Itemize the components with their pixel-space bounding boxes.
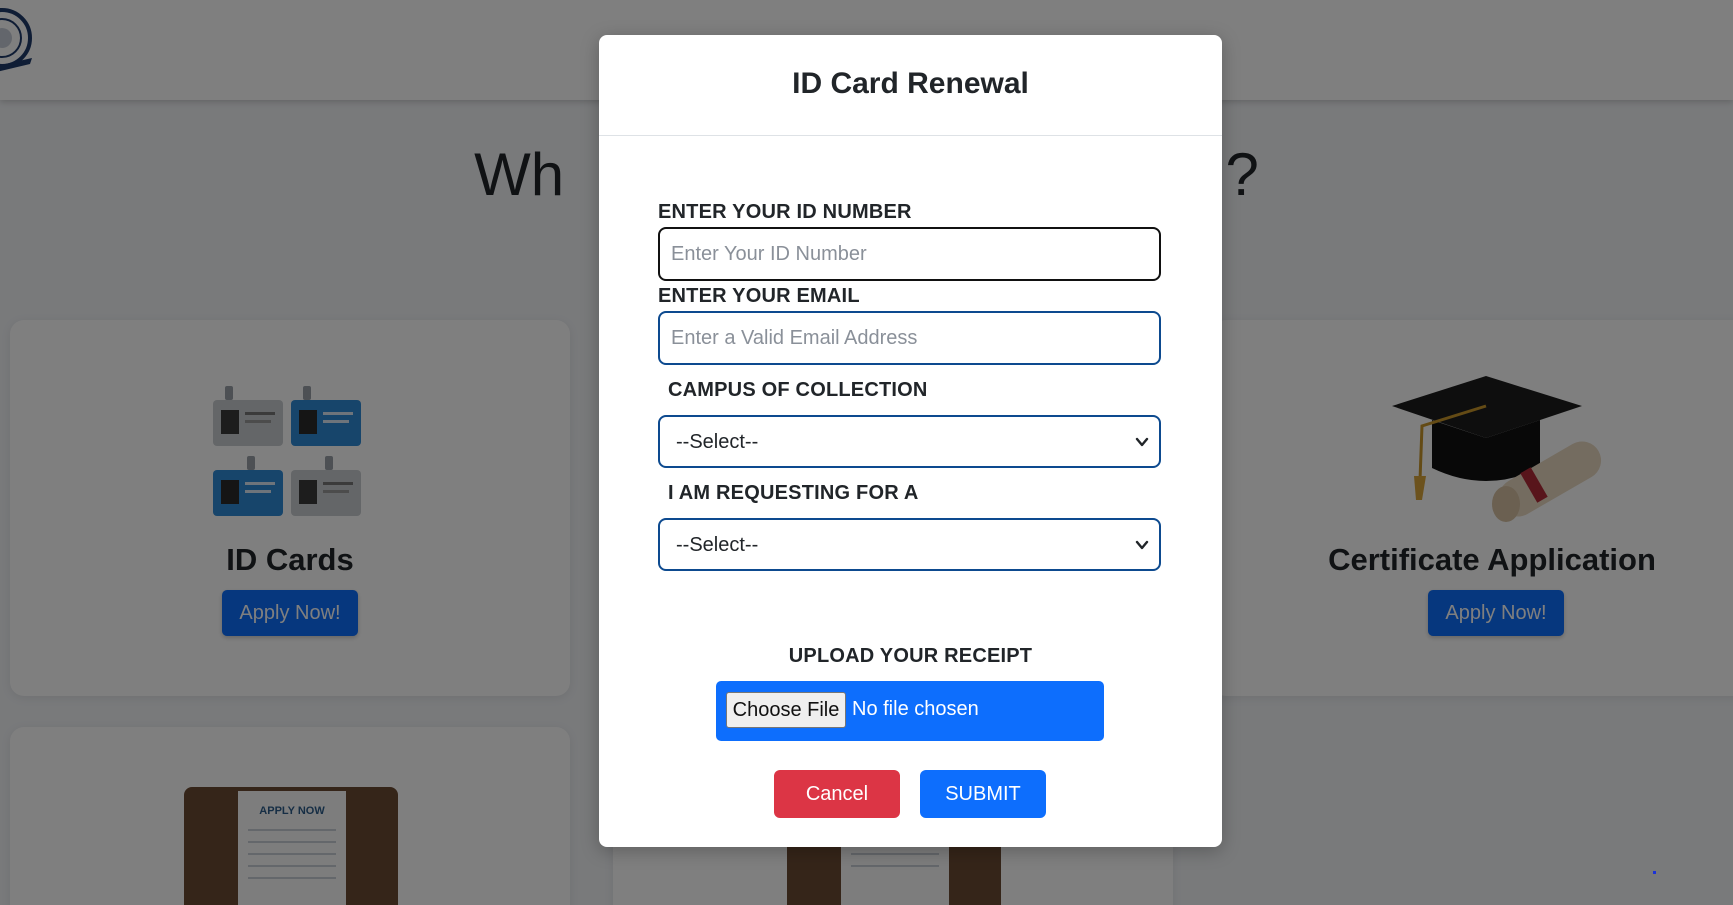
campus-label: CAMPUS OF COLLECTION — [668, 379, 928, 401]
email-input[interactable] — [658, 311, 1161, 365]
campus-select-value: --Select-- — [676, 431, 759, 453]
choose-file-button[interactable]: Choose File — [726, 692, 846, 728]
campus-select[interactable]: --Select-- — [658, 415, 1161, 468]
cancel-button[interactable]: Cancel — [774, 770, 900, 818]
request-type-select-value: --Select-- — [676, 534, 759, 556]
cursor-dot — [1653, 871, 1656, 874]
chevron-down-icon — [1135, 437, 1149, 447]
modal-header: ID Card Renewal — [599, 35, 1222, 136]
email-label: ENTER YOUR EMAIL — [658, 285, 860, 307]
upload-receipt-label: UPLOAD YOUR RECEIPT — [788, 645, 1033, 667]
chevron-down-icon — [1135, 540, 1149, 550]
id-number-label: ENTER YOUR ID NUMBER — [658, 201, 912, 223]
modal-title: ID Card Renewal — [792, 67, 1029, 100]
id-number-input[interactable] — [658, 227, 1161, 281]
request-type-select[interactable]: --Select-- — [658, 518, 1161, 571]
file-status-text: No file chosen — [852, 698, 979, 720]
id-card-renewal-modal: ID Card Renewal ENTER YOUR ID NUMBER ENT… — [599, 35, 1222, 847]
submit-button[interactable]: SUBMIT — [920, 770, 1046, 818]
receipt-file-input[interactable]: Choose File No file chosen — [716, 681, 1104, 741]
request-type-label: I AM REQUESTING FOR A — [668, 482, 919, 504]
